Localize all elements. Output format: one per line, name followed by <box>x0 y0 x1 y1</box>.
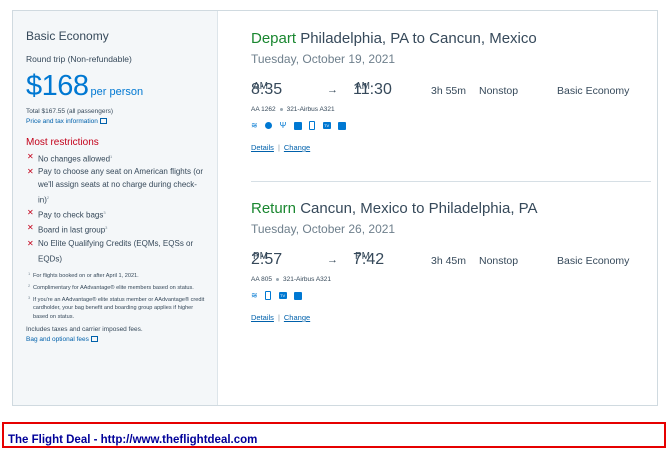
x-icon: ✕ <box>27 223 34 233</box>
restriction-item: ✕ Board in last group3 <box>27 223 108 236</box>
flight-deal-banner: The Flight Deal - http://www.theflightde… <box>2 422 666 448</box>
restrictions-list: ✕ No changes allowed1 ✕ Pay to choose any … <box>26 151 208 266</box>
wifi-icon: ≋ <box>251 290 258 300</box>
wifi-icon: ≋ <box>251 120 258 130</box>
trip-type-label: Round trip (Non-refundable) <box>26 54 132 64</box>
app-icon <box>294 291 303 300</box>
return-change-link[interactable]: Change <box>284 313 310 322</box>
return-leg: Return Cancun, Mexico to Philadelphia, P… <box>251 200 651 322</box>
depart-cabin: Basic Economy <box>557 85 630 97</box>
return-stops: Nonstop <box>479 255 519 267</box>
depart-leg: Depart Philadelphia, PA to Cancun, Mexic… <box>251 30 651 152</box>
separator-dot <box>279 107 283 111</box>
banner-text: The Flight Deal - http://www.theflightde… <box>8 434 258 446</box>
restriction-item: ✕ No changes allowed1 <box>27 152 113 164</box>
price-amount: $168 <box>26 70 89 102</box>
return-details-link[interactable]: Details <box>251 313 274 322</box>
return-duration: 3h 45m <box>431 255 467 267</box>
return-flight-info: AA 805 321-Airbus A321 <box>251 276 332 283</box>
depart-change-link[interactable]: Change <box>284 143 310 152</box>
price-tax-link[interactable]: Price and tax information <box>26 118 217 125</box>
fare-summary-panel: Basic Economy Round trip (Non-refundable… <box>13 11 218 405</box>
return-links: Details | Change <box>251 313 311 322</box>
power-icon: Ψ <box>279 120 287 130</box>
depart-amenities: ≋ Ψ TV <box>251 117 651 131</box>
price-row: $168 per person <box>26 70 217 104</box>
return-title: Return Cancun, Mexico to Philadelphia, P… <box>251 200 538 217</box>
arrow-right-icon: → <box>327 84 338 96</box>
restriction-item: ✕ No Elite Qualifying Credits (EQMs, EQSs… <box>27 238 194 264</box>
restrictions-title: Most restrictions <box>26 137 99 148</box>
return-times: 2:57 PM → 7:42 PM 3h 45m Nonstop Basic Eco… <box>251 251 630 268</box>
return-label: Return <box>251 200 297 217</box>
external-link-icon <box>99 118 107 125</box>
itinerary-panel: Depart Philadelphia, PA to Cancun, Mexic… <box>218 11 658 405</box>
shield-icon <box>265 122 273 130</box>
separator-dot <box>275 277 279 281</box>
return-cabin: Basic Economy <box>557 255 630 267</box>
tv-icon: TV <box>278 292 287 300</box>
depart-links: Details | Change <box>251 143 311 152</box>
return-date: Tuesday, October 26, 2021 <box>251 222 396 236</box>
tv-icon: TV <box>322 122 331 130</box>
x-icon: ✕ <box>27 152 34 161</box>
footnotes: 1 For flights booked on or after April 1,… <box>26 270 208 322</box>
depart-label: Depart <box>251 30 297 47</box>
depart-title: Depart Philadelphia, PA to Cancun, Mexic… <box>251 30 537 47</box>
leg-divider <box>251 181 651 182</box>
bag-fees-link[interactable]: Bag and optional fees <box>26 336 217 343</box>
price-per-label: per person <box>90 86 144 98</box>
phone-icon <box>265 291 272 301</box>
x-icon: ✕ <box>27 167 34 177</box>
entertainment-icon <box>293 121 302 130</box>
return-amenities: ≋ TV <box>251 287 651 301</box>
arrow-right-icon: → <box>327 254 338 266</box>
depart-times: 8:35 AM → 11:30 AM 3h 55m Nonstop Basic Ec… <box>251 81 630 98</box>
fare-type-label: Basic Economy <box>26 29 109 43</box>
footnote: 2 Complimentary for AAdvantage® elite mem… <box>28 282 194 291</box>
x-icon: ✕ <box>27 208 34 218</box>
depart-details-link[interactable]: Details <box>251 143 274 152</box>
fare-card: Basic Economy Round trip (Non-refundable… <box>12 10 658 406</box>
footnote: 1 For flights booked on or after April 1,… <box>28 270 139 279</box>
footnote: 3 If you're an AAdvantage® elite status m… <box>28 294 205 321</box>
depart-date: Tuesday, October 19, 2021 <box>251 52 396 66</box>
total-price: Total $167.55 (all passengers) <box>26 108 114 115</box>
depart-stops: Nonstop <box>479 85 519 97</box>
phone-icon <box>309 121 316 131</box>
restriction-item: ✕ Pay to check bags3 <box>27 208 106 220</box>
includes-taxes-note: Includes taxes and carrier imposed fees. <box>26 325 143 333</box>
x-icon: ✕ <box>27 238 34 248</box>
restriction-item: ✕ Pay to choose any seat on American flig… <box>27 167 203 205</box>
depart-duration: 3h 55m <box>431 85 467 97</box>
app-icon <box>338 121 347 130</box>
external-link-icon <box>90 336 98 343</box>
depart-flight-info: AA 1262 321-Airbus A321 <box>251 106 335 113</box>
